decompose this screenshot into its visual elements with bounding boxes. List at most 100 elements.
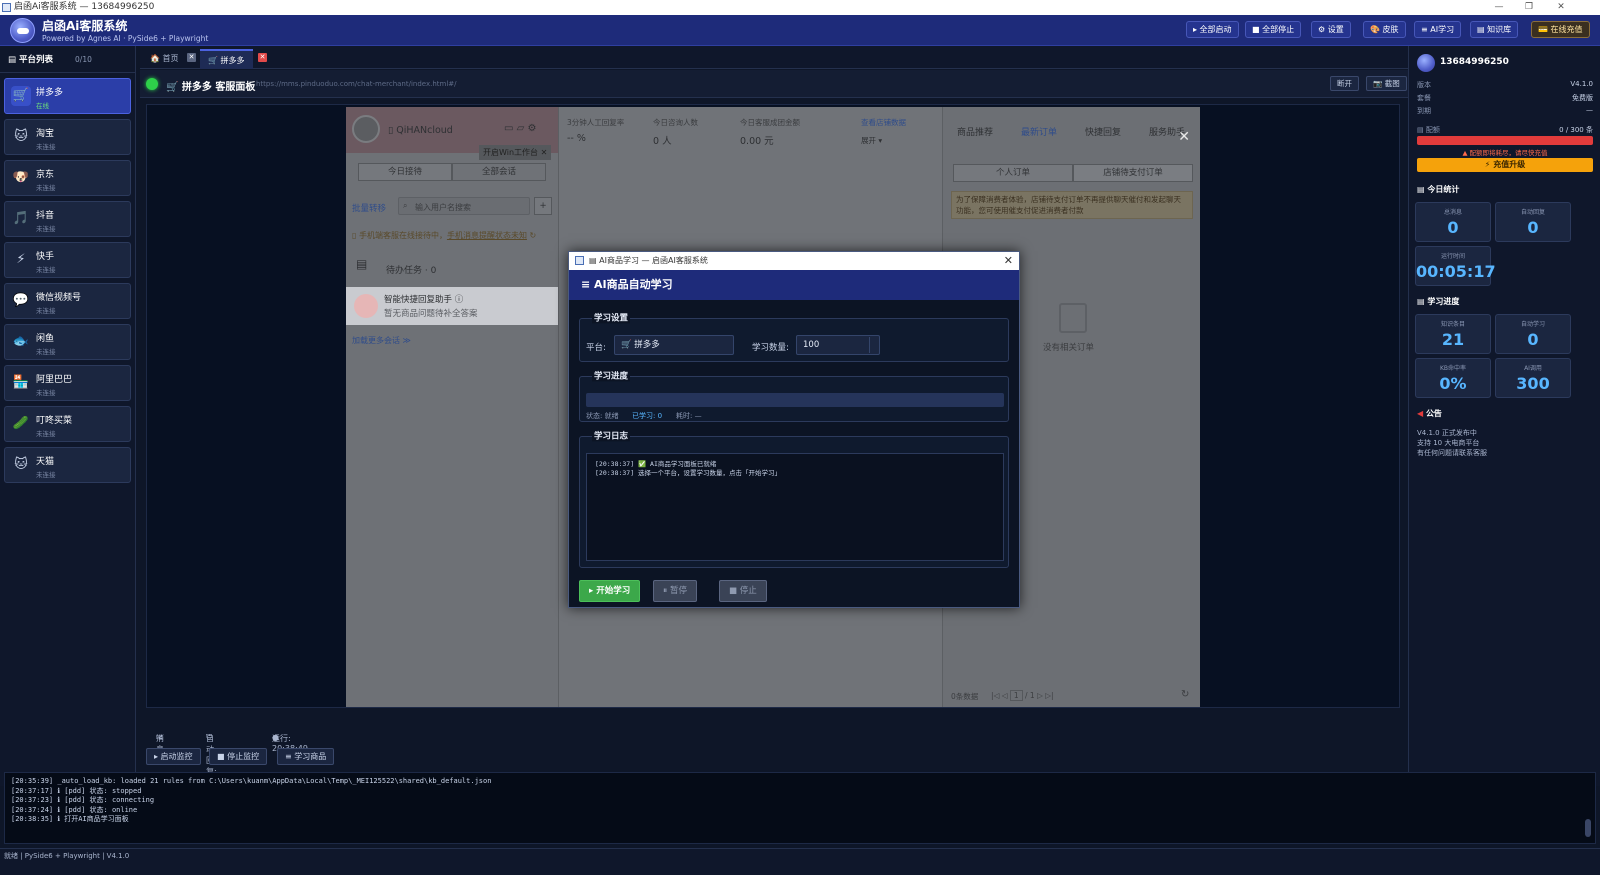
skin-button[interactable]: 🎨 皮肤 — [1363, 21, 1406, 38]
platform-select[interactable]: 🛒 拼多多 — [614, 335, 734, 355]
platform-item-tmall[interactable]: 🐱 天猫 未连接 — [4, 447, 131, 483]
today-reception-button[interactable]: 今日接待 — [358, 163, 452, 181]
settings-button[interactable]: ⚙ 设置 — [1311, 21, 1351, 38]
disconnect-button[interactable]: 断开 — [1330, 76, 1359, 91]
view-store-data-link[interactable]: 查看店铺数据 — [861, 117, 906, 128]
store-icon: 🏪 — [12, 375, 30, 390]
log-scrollbar[interactable] — [1585, 819, 1591, 837]
tab-quick-reply[interactable]: 快捷回复 — [1085, 125, 1121, 138]
platform-name: 快手 — [36, 252, 55, 262]
maximize-button[interactable]: ❐ — [1514, 0, 1544, 15]
music-note-icon: 🎵 — [12, 211, 30, 226]
search-input[interactable]: ⌕ 输入用户名搜索 — [398, 197, 530, 215]
platform-status: 未连接 — [36, 430, 56, 438]
knowledge-base-button[interactable]: ▤ 知识库 — [1470, 21, 1519, 38]
pause-learning-button[interactable]: ⏸ 暂停 — [653, 580, 697, 602]
list-icon: ▤ — [8, 55, 19, 65]
stop-learning-button[interactable]: ■ 停止 — [719, 580, 767, 602]
personal-order-button[interactable]: 个人订单 — [953, 164, 1073, 182]
start-monitor-button[interactable]: ▸ 启动监控 — [146, 748, 201, 765]
data-count: 0条数据 — [951, 692, 979, 701]
platform-item-dingdong[interactable]: 🥒 叮咚买菜 未连接 — [4, 406, 131, 442]
batch-transfer-link[interactable]: 批量转移 — [352, 202, 386, 214]
assistant-item[interactable]: 智能快捷回复助手 ⓘ 暂无商品问题待补全答案 — [346, 287, 558, 325]
stop-monitor-button[interactable]: ■ 停止监控 — [209, 748, 268, 765]
dialog-heading: ≡ AI商品自动学习 — [569, 270, 1019, 300]
platform-item-taobao[interactable]: 🐱 淘宝 未连接 — [4, 119, 131, 155]
task-icon: ▤ — [356, 257, 368, 271]
next-page-icon[interactable]: ▷ ▷| — [1035, 691, 1053, 700]
refresh-icon[interactable]: ↻ — [530, 231, 537, 240]
cart-icon: 🛒 — [11, 86, 31, 106]
dialog-window-title: ▤ AI商品学习 — 启函AI客服系统 — [589, 256, 708, 265]
expire-label: 到期 — [1417, 107, 1431, 115]
toolbar-icons[interactable]: ▭ ▱ ⚙ — [504, 123, 536, 134]
platform-item-kuaishou[interactable]: ⚡ 快手 未连接 — [4, 242, 131, 278]
empty-order-icon — [1059, 303, 1087, 333]
close-icon[interactable]: ✕ — [1178, 129, 1190, 145]
close-icon[interactable]: ✕ — [187, 53, 196, 62]
screenshot-button[interactable]: 📷 截图 — [1366, 76, 1407, 91]
tab-home[interactable]: 🏠 首页 — [142, 49, 187, 69]
tab-pinduoduo[interactable]: 🛒 拼多多 — [200, 49, 253, 69]
stat-run-time: 运行时间 00:05:17 — [1415, 246, 1496, 286]
stat-total-messages: 总消息 0 — [1415, 202, 1491, 242]
platform-status: 未连接 — [36, 225, 56, 233]
learn-log-textarea[interactable]: [20:38:37] ✅ AI商品学习面板已就绪 [20:38:37] 选择一个… — [586, 453, 1004, 561]
tab-latest-orders[interactable]: 最新订单 — [1021, 125, 1057, 138]
start-learning-button[interactable]: ▸ 开始学习 — [579, 580, 641, 602]
platform-item-douyin[interactable]: 🎵 抖音 未连接 — [4, 201, 131, 237]
log-line: [20:35:39] _auto_load_kb: loaded 21 rule… — [11, 777, 492, 785]
charge-upgrade-button[interactable]: ⚡ 充值升级 — [1417, 158, 1593, 172]
platform-item-wechat-channels[interactable]: 💬 微信视频号 未连接 — [4, 283, 131, 319]
account-sidebar: 13684996250 版本 V4.1.0 套餐 免费版 到期 — ▤ 配额 0 / 3… — [1408, 46, 1600, 786]
refresh-icon[interactable]: ↻ — [1181, 689, 1189, 700]
learn-settings-title: 学习设置 — [592, 311, 631, 324]
learn-products-button[interactable]: ≡ 学习商品 — [277, 748, 335, 765]
pending-tasks[interactable]: 待办任务 · 0 — [386, 263, 436, 276]
mobile-notice-link[interactable]: 手机消息提醒状态未知 — [447, 231, 527, 240]
learn-log-line: [20:38:37] ✅ AI商品学习面板已就绪 — [595, 460, 717, 468]
stat-value: 0% — [1439, 374, 1467, 393]
recharge-button[interactable]: 💳 在线充值 — [1531, 21, 1590, 38]
start-all-button[interactable]: ▸ 全部启动 — [1186, 21, 1239, 38]
close-window-button[interactable]: ✕ — [1546, 0, 1576, 15]
platform-item-jd[interactable]: 🐶 京东 未连接 — [4, 160, 131, 196]
stat-auto-learn: 自动学习 0 — [1495, 314, 1571, 354]
stat-value: 300 — [1516, 374, 1550, 393]
platform-status: 未连接 — [36, 143, 56, 151]
tab-product-recommend[interactable]: 商品推荐 — [957, 125, 993, 138]
stop-all-button[interactable]: ■ 全部停止 — [1245, 21, 1302, 38]
prev-page-icon[interactable]: |◁ ◁ — [991, 691, 1010, 700]
ai-learn-dialog: ▤ AI商品学习 — 启函AI客服系统 ✕ ≡ AI商品自动学习 学习设置 平台… — [568, 251, 1020, 608]
close-icon[interactable]: ✕ — [258, 53, 267, 62]
platform-item-alibaba[interactable]: 🏪 阿里巴巴 未连接 — [4, 365, 131, 401]
plan-label: 套餐 — [1417, 94, 1431, 102]
stat-label: 自动学习 — [1520, 321, 1545, 328]
metric-amount-value: 0.00 元 — [740, 136, 774, 147]
count-spinbox[interactable]: 100 — [796, 335, 880, 355]
expand-button[interactable]: 展开 ▾ — [861, 135, 882, 146]
ai-learn-button[interactable]: ≡ AI学习 — [1414, 21, 1462, 38]
page-number[interactable]: 1 — [1009, 690, 1023, 701]
close-icon[interactable]: ✕ — [1004, 252, 1013, 270]
all-sessions-button[interactable]: 全部会话 — [452, 163, 546, 181]
platform-name: 闲鱼 — [36, 334, 55, 344]
app-header: 启函Ai客服系统 Powered by Agnes AI · PySide6 +… — [0, 15, 1600, 46]
platform-item-xianyu[interactable]: 🐟 闲鱼 未连接 — [4, 324, 131, 360]
cat-icon: 🐱 — [14, 457, 28, 472]
platform-item-pinduoduo[interactable]: 🛒 拼多多 在线 — [4, 78, 131, 114]
platform-name: 拼多多 — [36, 88, 64, 98]
open-win-tooltip[interactable]: 开启Win工作台 ✕ — [479, 145, 552, 160]
chart-icon: ▤ — [1417, 185, 1428, 194]
store-unpaid-order-button[interactable]: 店铺待支付订单 — [1073, 164, 1193, 182]
minimize-button[interactable]: — — [1484, 0, 1514, 15]
load-more-link[interactable]: 加载更多会话 ≫ — [352, 335, 411, 346]
spinbox-arrows[interactable] — [869, 337, 877, 353]
open-win-tooltip-label: 开启Win工作台 — [483, 148, 539, 157]
learn-progress-bar — [586, 393, 1004, 407]
platform-status: 未连接 — [36, 307, 56, 315]
add-icon[interactable]: + — [534, 197, 552, 215]
close-icon[interactable]: ✕ — [538, 148, 548, 157]
learn-log-title: 学习日志 — [592, 429, 631, 442]
